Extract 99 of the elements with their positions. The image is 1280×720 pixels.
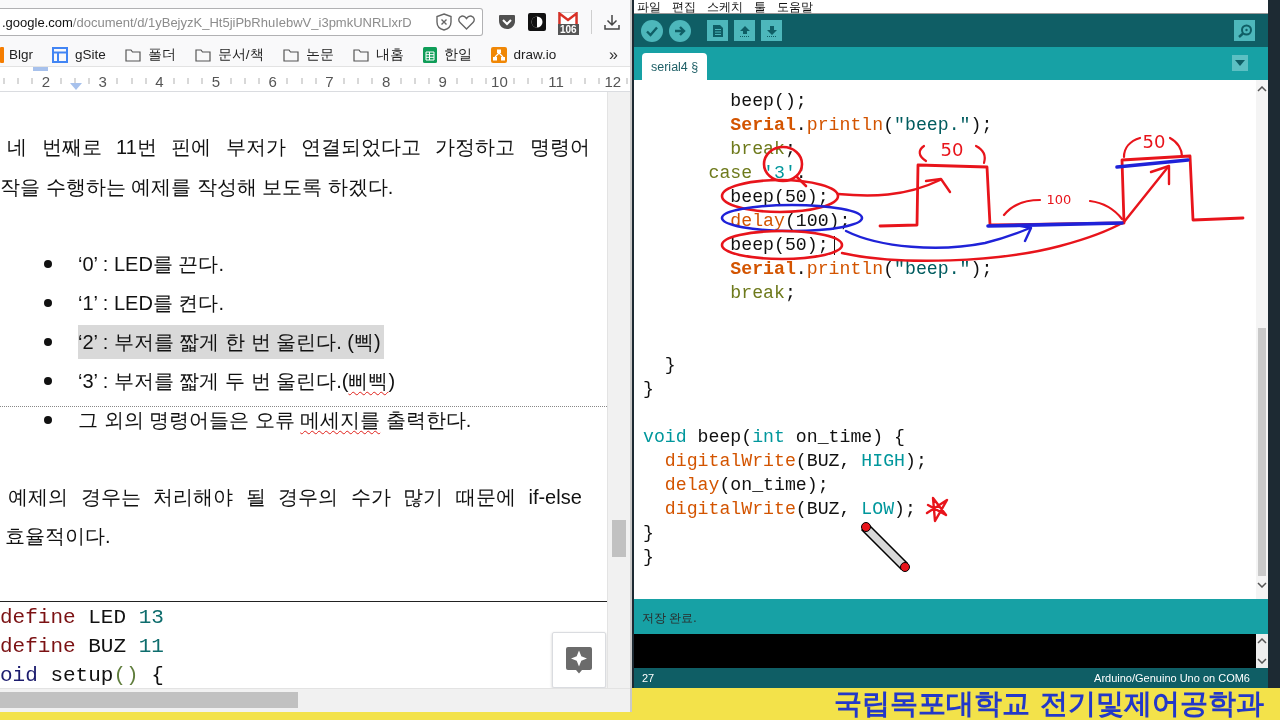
upload-button[interactable] bbox=[669, 19, 691, 42]
handwritten-label: 50 bbox=[940, 139, 964, 160]
open-button[interactable] bbox=[734, 20, 755, 41]
chevron-down-icon[interactable] bbox=[1257, 658, 1267, 664]
paragraph-line: 효율적이다. bbox=[4, 523, 111, 549]
board-port-label: Arduino/Genuino Uno on COM6 bbox=[1094, 672, 1250, 684]
diagram-icon bbox=[490, 46, 507, 63]
code-line: delay(100); bbox=[729, 210, 851, 233]
code-line: } bbox=[643, 546, 654, 569]
sparkle-bubble-icon bbox=[565, 646, 593, 674]
spreadsheet-icon bbox=[422, 46, 437, 63]
bookmark-link[interactable]: 폴더 bbox=[147, 45, 176, 64]
verify-button[interactable] bbox=[641, 19, 663, 42]
new-button[interactable] bbox=[707, 20, 728, 41]
paragraph-line: 네 번째로 11번 핀에 부저가 연결되었다고 가정하고 명령어 bbox=[6, 135, 590, 160]
vertical-scrollbar[interactable] bbox=[607, 92, 630, 688]
vertical-scrollbar[interactable] bbox=[1256, 634, 1268, 668]
scrollbar-thumb[interactable] bbox=[0, 692, 298, 708]
chevron-up-icon[interactable] bbox=[1257, 86, 1267, 92]
bookmark-link[interactable]: gSite bbox=[75, 47, 106, 62]
bookmarks-overflow-button[interactable]: » bbox=[609, 45, 618, 64]
folder-icon bbox=[124, 47, 141, 62]
pencil-cursor-icon bbox=[860, 522, 910, 572]
code-line: } bbox=[643, 522, 654, 545]
shield-icon[interactable] bbox=[436, 13, 452, 31]
chevron-up-icon[interactable] bbox=[1257, 638, 1267, 644]
bookmark-link[interactable]: Blgr bbox=[9, 47, 33, 62]
magnifier-icon bbox=[1236, 23, 1253, 38]
document-icon bbox=[711, 23, 724, 38]
scrollbar-thumb[interactable] bbox=[1258, 328, 1266, 576]
count-badge: 106 bbox=[558, 24, 579, 35]
bookmark-link[interactable]: 논문 bbox=[305, 45, 334, 64]
envelope-icon[interactable] bbox=[558, 12, 579, 25]
handwritten-label: 100 bbox=[1046, 192, 1072, 207]
heart-icon[interactable] bbox=[458, 14, 475, 30]
menu-item[interactable]: 도움말 bbox=[777, 0, 813, 14]
paragraph-line: 예제의 경우는 처리해야 될 경우의 수가 많기 때문에 if-else bbox=[7, 484, 582, 510]
bullet-icon bbox=[44, 416, 52, 424]
horizontal-scrollbar[interactable] bbox=[0, 688, 630, 712]
code-line: digitalWrite(BUZ, HIGH); bbox=[663, 450, 927, 473]
bullet-icon bbox=[44, 338, 52, 346]
file-tab[interactable]: serial4 § bbox=[642, 53, 708, 80]
code-line: define LED 13 bbox=[0, 605, 164, 631]
list-item-text: ‘0’ : LED를 끈다. bbox=[78, 252, 225, 277]
chevron-tile-icon[interactable] bbox=[498, 13, 516, 30]
indent-arrow-icon[interactable] bbox=[70, 83, 82, 90]
layout-icon bbox=[52, 46, 68, 63]
line-number: 27 bbox=[642, 672, 655, 684]
code-line: } bbox=[663, 354, 676, 377]
code-line: break; bbox=[729, 282, 796, 305]
scrollbar-thumb[interactable] bbox=[612, 520, 626, 557]
code-line: oid setup() { bbox=[0, 663, 164, 688]
up-arrow-icon bbox=[737, 23, 752, 38]
down-arrow-icon bbox=[764, 23, 779, 38]
bookmark-link[interactable]: 문서/책 bbox=[217, 45, 264, 64]
folder-icon bbox=[282, 47, 299, 62]
code-line: } bbox=[643, 378, 654, 401]
address-field[interactable]: .google.com/document/d/1yBejyzK_Ht5jiPbRhuIebwV_i3pmkUNRLlxrD bbox=[0, 8, 483, 36]
caret-icon bbox=[1235, 60, 1245, 66]
save-button[interactable] bbox=[761, 20, 782, 41]
chevron-down-icon[interactable] bbox=[1257, 582, 1267, 588]
code-line: define BUZ 11 bbox=[0, 634, 164, 660]
code-line: beep(50); bbox=[729, 186, 829, 209]
handwritten-label: 50 bbox=[1142, 131, 1166, 152]
code-line: digitalWrite(BUZ, LOW); bbox=[663, 498, 916, 521]
bookmark-link[interactable]: 한일 bbox=[443, 45, 472, 64]
vertical-scrollbar[interactable] bbox=[1256, 80, 1268, 599]
tab-menu-button[interactable] bbox=[1232, 55, 1248, 71]
code-line: Serial.println("beep."); bbox=[729, 114, 993, 137]
bullet-icon bbox=[44, 299, 52, 307]
list-item-text: ‘2’ : 부저를 짧게 한 번 울린다. (삑) bbox=[78, 325, 384, 359]
serial-monitor-button[interactable] bbox=[1234, 20, 1255, 41]
arrow-right-icon bbox=[673, 23, 687, 38]
download-icon[interactable] bbox=[603, 13, 620, 30]
menu-item[interactable]: 툴 bbox=[754, 0, 766, 14]
text-cursor bbox=[833, 235, 835, 255]
bookmark-link[interactable]: draw.io bbox=[513, 47, 557, 62]
bullet-icon bbox=[44, 260, 52, 268]
tile-icon bbox=[0, 46, 4, 63]
bullet-icon bbox=[44, 377, 52, 385]
menu-item[interactable]: 파일 bbox=[637, 0, 661, 14]
bookmark-link[interactable]: 내홈 bbox=[375, 45, 404, 64]
code-line: delay(on_time); bbox=[663, 474, 829, 497]
indent-marker-icon[interactable] bbox=[33, 67, 48, 71]
menu-item[interactable]: 스케치 bbox=[707, 0, 743, 14]
list-item-text: ‘3’ : 부저를 짧게 두 번 울린다.(삐삑) bbox=[78, 369, 397, 394]
status-message: 저장 완료. bbox=[642, 609, 697, 627]
code-line: void beep(int on_time) { bbox=[643, 426, 905, 449]
caption-text: 국립목포대학교 전기및제어공학과 bbox=[834, 688, 1264, 720]
code-line: beep(50); bbox=[643, 233, 835, 257]
list-item-text: 그 외의 명령어들은 오류 메세지를 출력한다. bbox=[78, 408, 473, 433]
list-item-text: ‘1’ : LED를 켠다. bbox=[78, 291, 225, 316]
folder-icon bbox=[352, 47, 369, 62]
paragraph-line: 작을 수행하는 예제를 작성해 보도록 하겠다. bbox=[0, 175, 394, 200]
explore-button[interactable] bbox=[552, 632, 606, 688]
folder-icon bbox=[194, 47, 211, 62]
code-line: beep(); bbox=[729, 90, 807, 113]
menu-item[interactable]: 편집 bbox=[672, 0, 696, 14]
code-line: Serial.println("beep."); bbox=[729, 258, 993, 281]
